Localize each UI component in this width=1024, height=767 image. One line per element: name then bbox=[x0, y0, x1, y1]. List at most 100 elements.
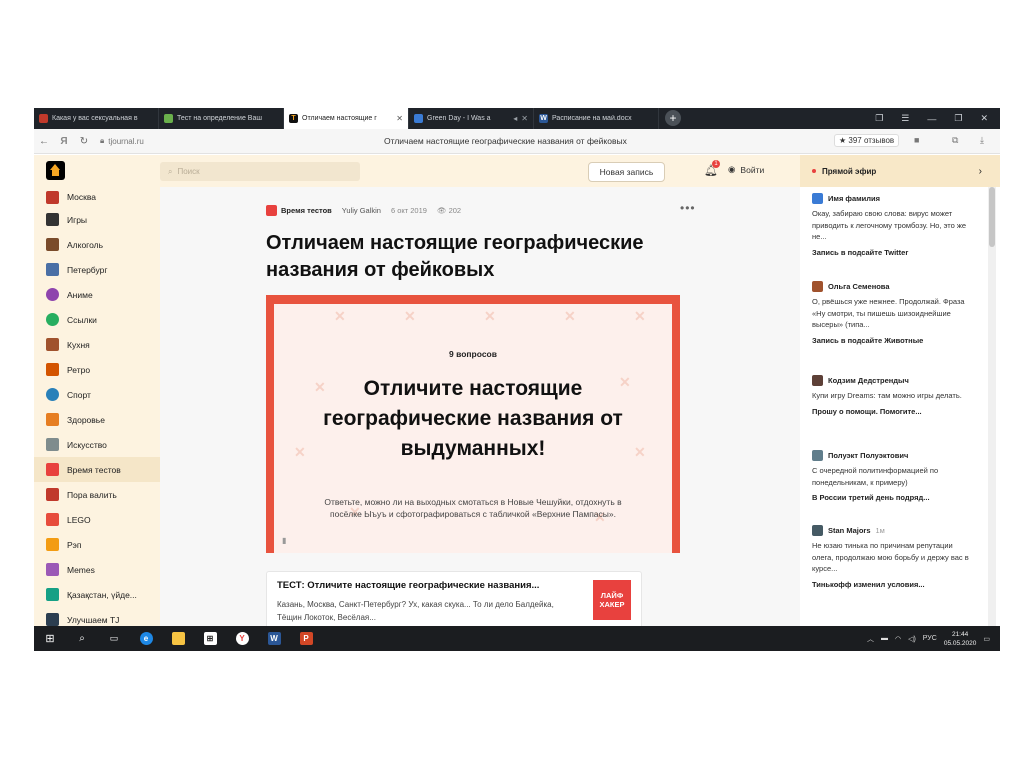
clock[interactable]: 21:44 05.05.2020 bbox=[944, 630, 977, 648]
start-button[interactable]: ⊞ bbox=[34, 626, 66, 651]
comment-source-link[interactable]: Прошу о помощи. Помогите... bbox=[812, 407, 974, 416]
tab-3-active[interactable]: T Отличаем настоящие г ✕ bbox=[284, 108, 409, 129]
back-button[interactable]: ← bbox=[34, 136, 54, 147]
decor-cross-icon: ✕ bbox=[404, 308, 416, 324]
url-field[interactable]: 🔒︎ tjournal.ru bbox=[100, 136, 144, 146]
sidebar-item[interactable]: Ретро bbox=[34, 357, 160, 382]
quiz-cover[interactable]: ✕ ✕ ✕ ✕ ✕ ✕ ✕ ✕ ✕ ✕ ✕ 9 вопросов Отличит… bbox=[266, 295, 680, 553]
sidebar-item[interactable]: Ссылки bbox=[34, 307, 160, 332]
post-author[interactable]: Yuliy Galkin bbox=[342, 206, 381, 215]
live-feed-header[interactable]: Прямой эфир › bbox=[800, 155, 1000, 187]
sidebar-item[interactable]: Қазақстан, үйде... bbox=[34, 582, 160, 607]
new-tab-button[interactable]: + bbox=[665, 110, 681, 126]
notifications-icon[interactable]: ▭ bbox=[983, 635, 990, 643]
sidebar-item[interactable]: Искусство bbox=[34, 432, 160, 457]
sidebar-item[interactable]: Игры bbox=[34, 207, 160, 232]
battery-icon[interactable]: ▬ bbox=[881, 635, 888, 642]
sidebar-item[interactable]: Спорт bbox=[34, 382, 160, 407]
sidebar-item-label: Алкоголь bbox=[67, 239, 104, 250]
sidebar-item[interactable]: Алкоголь bbox=[34, 232, 160, 257]
taskbar-yandex[interactable]: Y bbox=[226, 626, 258, 651]
close-icon[interactable]: ✕ bbox=[396, 114, 403, 123]
taskbar-word[interactable]: W bbox=[258, 626, 290, 651]
live-entry[interactable]: Полуэкт Полуэктович С очередной политинф… bbox=[812, 450, 974, 502]
sidebar-item-label: Улучшаем TJ bbox=[67, 614, 120, 625]
rating-badge[interactable]: ★ 397 отзывов bbox=[834, 134, 900, 147]
link-card[interactable]: ТЕСТ: Отличите настоящие географические … bbox=[266, 571, 642, 626]
sidebar-item[interactable]: Петербург bbox=[34, 257, 160, 282]
menu-icon[interactable]: ☰ bbox=[901, 113, 909, 124]
login-label: Войти bbox=[740, 164, 765, 175]
speaker-icon[interactable]: ◂ bbox=[513, 114, 517, 123]
more-options-icon[interactable]: ••• bbox=[680, 201, 696, 215]
bookmark-icon[interactable]: ■ bbox=[914, 135, 919, 145]
sidebar-item-label: Время тестов bbox=[67, 464, 121, 475]
bookmark-icon[interactable]: ▮ bbox=[282, 536, 286, 545]
url-text: tjournal.ru bbox=[108, 136, 144, 146]
network-icon[interactable]: ◠ bbox=[895, 635, 901, 643]
close-icon[interactable]: ✕ bbox=[521, 114, 528, 123]
tab-4[interactable]: Green Day - I Was a ◂ ✕ bbox=[409, 108, 534, 129]
sidebar-item[interactable]: Пора валить bbox=[34, 482, 160, 507]
post-source[interactable]: Время тестов bbox=[266, 205, 332, 216]
sidebar-item[interactable]: Улучшаем TJ bbox=[34, 607, 160, 626]
tabs-icon[interactable]: ❐ bbox=[875, 113, 883, 124]
volume-icon[interactable]: ◁) bbox=[908, 635, 916, 643]
sidebar-item[interactable]: Рэп bbox=[34, 532, 160, 557]
taskbar-store[interactable]: ⊞ bbox=[194, 626, 226, 651]
download-icon[interactable]: ⤓ bbox=[980, 135, 984, 146]
sidebar-item[interactable]: Москва bbox=[34, 187, 160, 207]
scrollbar[interactable] bbox=[988, 187, 996, 626]
login-button[interactable]: ◉ Войти bbox=[728, 164, 764, 175]
sidebar-item[interactable]: Memes bbox=[34, 557, 160, 582]
task-view-button[interactable]: ▭ bbox=[98, 626, 130, 651]
notification-badge: 1 bbox=[712, 160, 720, 168]
live-entry[interactable]: Имя фамилия Окау, забираю свою слова: ви… bbox=[812, 193, 974, 257]
maximize-icon[interactable]: ❐ bbox=[954, 113, 962, 124]
close-window-icon[interactable]: ✕ bbox=[980, 113, 988, 124]
sidebar-item[interactable]: Кухня bbox=[34, 332, 160, 357]
live-entry[interactable]: Ольга Семенова О, рвёшься уже нежнее. Пр… bbox=[812, 281, 974, 345]
language-indicator[interactable]: РУС bbox=[923, 635, 937, 642]
tab-favicon-icon bbox=[164, 114, 173, 123]
sidebar-item[interactable]: Аниме bbox=[34, 282, 160, 307]
comment-source-link[interactable]: Запись в подсайте Twitter bbox=[812, 248, 974, 257]
decor-cross-icon: ✕ bbox=[334, 308, 346, 324]
comment-source-link[interactable]: Тинькофф изменил условия... bbox=[812, 580, 974, 589]
edge-icon: e bbox=[139, 632, 153, 645]
category-icon bbox=[46, 413, 59, 426]
comment-source-link[interactable]: Запись в подсайте Животные bbox=[812, 336, 974, 345]
sidebar-item[interactable]: Здоровье bbox=[34, 407, 160, 432]
yandex-button[interactable]: Я bbox=[54, 136, 74, 147]
post-headline[interactable]: Отличаем настоящие географические назван… bbox=[266, 230, 696, 284]
sidebar-item-label: Рэп bbox=[67, 539, 82, 550]
sidebar-item-active[interactable]: Время тестов bbox=[34, 457, 160, 482]
taskbar-search[interactable]: ⌕ bbox=[66, 626, 98, 651]
tray-chevron-icon[interactable]: ︿ bbox=[867, 634, 874, 644]
avatar bbox=[812, 450, 823, 461]
tj-logo-icon[interactable] bbox=[46, 161, 65, 180]
tab-2[interactable]: Тест на определение Ваш bbox=[159, 108, 284, 129]
scrollbar-thumb[interactable] bbox=[989, 187, 995, 247]
minimize-icon[interactable]: — bbox=[927, 114, 936, 124]
extension-icon[interactable]: ⧉ bbox=[952, 135, 958, 146]
sidebar-item-label: Пора валить bbox=[67, 489, 117, 500]
taskbar-powerpoint[interactable]: P bbox=[290, 626, 322, 651]
tab-5[interactable]: W Расписание на май.docx bbox=[534, 108, 659, 129]
sidebar-item[interactable]: LEGO bbox=[34, 507, 160, 532]
windows-icon: ⊞ bbox=[45, 633, 55, 645]
system-tray: ︿ ▬ ◠ ◁) РУС 21:44 05.05.2020 ▭ bbox=[867, 630, 1000, 648]
reload-button[interactable]: ↻ bbox=[74, 136, 94, 147]
new-post-button[interactable]: Новая запись bbox=[588, 162, 665, 182]
tab-label: Green Day - I Was a bbox=[427, 115, 491, 122]
live-entry[interactable]: Stan Majors 1м Не юзаю тинька по причинам… bbox=[812, 525, 974, 589]
comment-source-link[interactable]: В России третий день подряд... bbox=[812, 493, 974, 502]
live-entry[interactable]: Кодзим Дедстрендыч Купи игру Dreams: там… bbox=[812, 375, 974, 416]
taskbar-explorer[interactable] bbox=[162, 626, 194, 651]
comment-author: Stan Majors bbox=[828, 526, 871, 535]
tab-1[interactable]: Какая у вас сексуальная в bbox=[34, 108, 159, 129]
category-icon bbox=[46, 338, 59, 351]
chevron-right-icon[interactable]: › bbox=[979, 166, 982, 177]
taskbar-edge[interactable]: e bbox=[130, 626, 162, 651]
search-input[interactable]: ⌕ Поиск bbox=[160, 162, 360, 181]
